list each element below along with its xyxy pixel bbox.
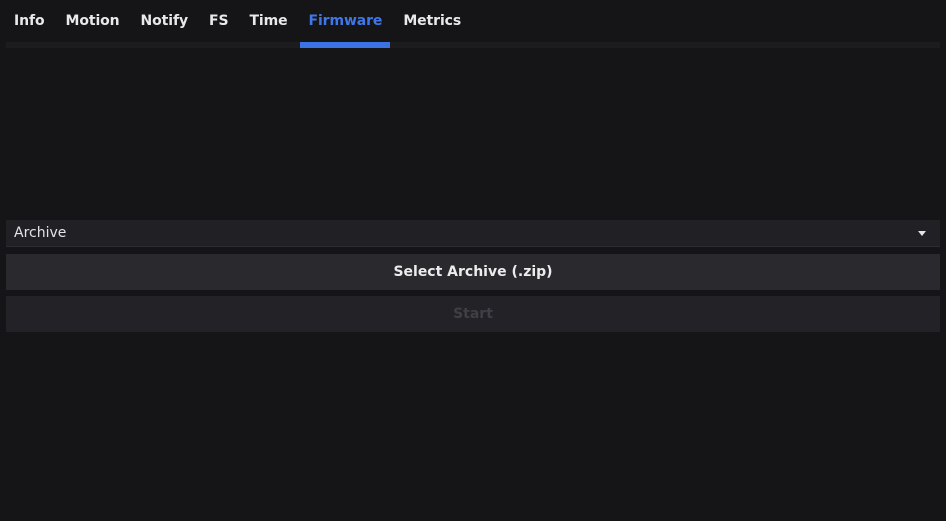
select-archive-button[interactable]: Select Archive (.zip) bbox=[6, 254, 940, 290]
tab-fs[interactable]: FS bbox=[201, 0, 236, 42]
tab-bar: Info Motion Notify FS Time Firmware Metr… bbox=[6, 0, 940, 48]
tab-time[interactable]: Time bbox=[241, 0, 295, 42]
caret-down-icon bbox=[918, 230, 926, 236]
tab-motion[interactable]: Motion bbox=[58, 0, 128, 42]
tab-notify[interactable]: Notify bbox=[133, 0, 196, 42]
firmware-type-value: Archive bbox=[14, 225, 67, 241]
tab-metrics[interactable]: Metrics bbox=[395, 0, 469, 42]
start-button[interactable]: Start bbox=[6, 296, 940, 332]
tab-info[interactable]: Info bbox=[6, 0, 53, 42]
firmware-type-select[interactable]: Archive bbox=[6, 220, 940, 247]
tab-firmware[interactable]: Firmware bbox=[300, 0, 391, 48]
